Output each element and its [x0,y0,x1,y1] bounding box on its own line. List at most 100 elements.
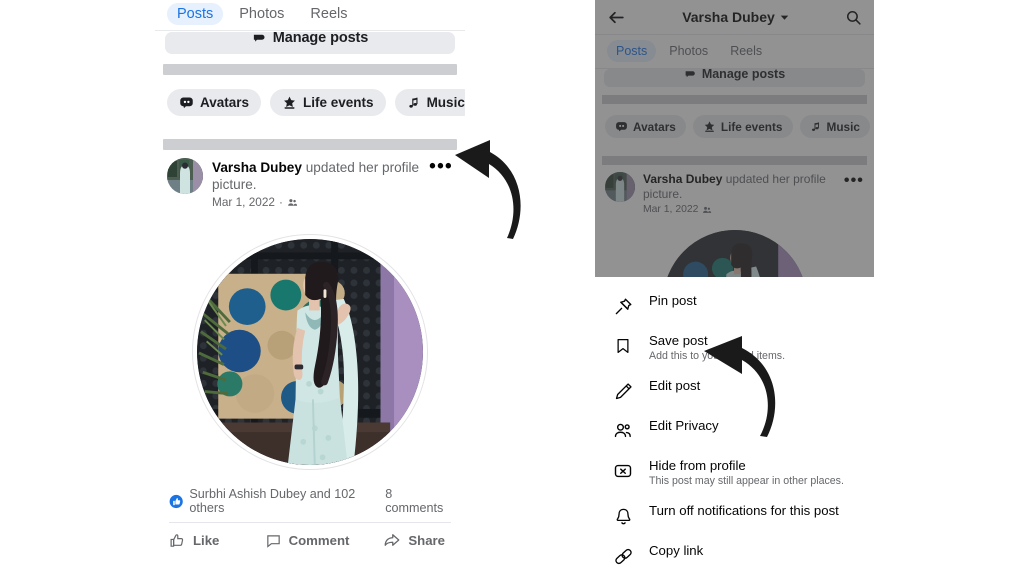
post-actions: Like Comment Share [155,523,465,555]
post-options-menu: Pin post Save post Add this to your save… [595,277,874,576]
manage-posts-label: Manage posts [272,32,369,46]
chip-music-label: Music [426,95,465,110]
menu-item-edit-post[interactable]: Edit post [595,370,874,410]
section-divider-2 [602,156,867,165]
profile-photo-image [197,239,423,465]
thumbs-up-icon [170,533,184,547]
back-arrow-icon[interactable] [607,8,626,27]
post-header: Varsha Dubey updated her profile picture… [155,150,465,209]
menu-item-save-post[interactable]: Save post Add this to your saved items. [595,325,874,370]
profile-tabbar: Posts Photos Reels [595,35,874,68]
bell-icon [611,504,635,528]
tab-reels[interactable]: Reels [300,3,357,26]
like-reaction-icon [169,494,183,508]
dimmed-background-area: Varsha Dubey Posts Photos Reels Manage p… [595,0,874,277]
menu-item-pin-post[interactable]: Pin post [595,285,874,325]
menu-label: Turn off notifications for this post [649,503,839,518]
menu-label: Edit Privacy [649,418,719,433]
menu-item-copy-link[interactable]: Copy link [595,535,874,575]
like-label: Like [193,532,220,548]
more-options-icon[interactable]: ••• [844,172,864,189]
tab-photos[interactable]: Photos [660,40,717,62]
menu-sublabel: Add this to your saved items. [649,350,786,362]
likes-text: Surbhi Ashish Dubey and 102 others [189,487,356,515]
right-phone-panel: Varsha Dubey Posts Photos Reels Manage p… [595,0,874,576]
menu-texts: Edit post [649,378,858,394]
profile-photo[interactable] [193,235,427,469]
like-button[interactable]: Like [169,531,261,549]
likes-group[interactable]: Surbhi Ashish Dubey and 102 others [169,487,385,515]
bookmark-icon [611,334,635,358]
menu-label: Copy link [649,543,704,558]
chip-music[interactable]: Music [394,89,465,116]
chip-music-label: Music [826,119,860,134]
chip-avatars-label: Avatars [633,119,676,134]
profile-title-group[interactable]: Varsha Dubey [634,9,837,25]
menu-texts: Turn off notifications for this post [649,503,858,519]
pencil-icon [611,379,635,403]
avatar[interactable] [167,158,203,194]
tab-reels[interactable]: Reels [721,40,771,62]
post-date[interactable]: Mar 1, 2022 [212,195,275,209]
music-note-icon [811,121,819,131]
menu-item-hide-from-profile[interactable]: Hide from profile This post may still ap… [595,450,874,495]
post-header: Varsha Dubey updated her profile picture… [595,165,874,215]
chip-life-events-label: Life events [720,119,783,134]
manage-posts-container: Manage posts [155,32,465,54]
chip-life-events-label: Life events [303,95,374,110]
menu-label: Hide from profile [649,458,746,473]
manage-posts-button[interactable]: Manage posts [165,32,455,54]
profile-photo-image [662,230,807,277]
search-icon[interactable] [845,9,862,26]
avatar-thumbnail [605,172,635,202]
tab-posts[interactable]: Posts [167,2,224,26]
star-pedestal-icon [704,121,715,132]
manage-posts-icon [253,34,265,42]
menu-item-edit-privacy[interactable]: Edit Privacy [595,410,874,450]
chip-life-events[interactable]: Life events [692,115,793,138]
people-icon [611,419,635,443]
post-author[interactable]: Varsha Dubey [643,172,722,186]
profile-tabbar: Posts Photos Reels [155,0,465,30]
comments-count[interactable]: 8 comments [385,487,451,515]
post-text: Varsha Dubey updated her profile picture… [212,159,420,193]
tab-photos[interactable]: Photos [229,3,294,26]
chip-avatars[interactable]: Avatars [167,89,262,116]
post-date[interactable]: Mar 1, 2022 [643,204,698,215]
post-author[interactable]: Varsha Dubey [212,160,302,175]
menu-texts: Hide from profile This post may still ap… [649,458,858,488]
tabbar-divider [155,30,465,31]
chip-music[interactable]: Music [799,115,870,138]
post-timestamp-row: Mar 1, 2022 · [212,195,420,209]
more-options-icon[interactable]: ••• [429,157,453,176]
avatar[interactable] [605,172,635,202]
menu-label: Edit post [649,378,701,393]
left-phone-panel: Posts Photos Reels Manage posts Avatars … [155,0,465,576]
menu-item-turn-off-notifications[interactable]: Turn off notifications for this post [595,495,874,535]
menu-texts: Copy link [649,543,858,559]
post-text: Varsha Dubey updated her profile picture… [643,172,836,202]
profile-photo[interactable] [659,227,810,277]
quick-action-chips: Avatars Life events Music [155,75,465,129]
comment-label: Comment [288,532,350,548]
tab-posts[interactable]: Posts [607,40,657,62]
manage-posts-button[interactable]: Manage posts [604,69,865,87]
menu-texts: Pin post [649,293,858,309]
post-photo-container [155,209,465,473]
section-divider-1 [163,64,457,75]
engagement-summary: Surbhi Ashish Dubey and 102 others 8 com… [155,473,465,522]
avatar-bubble-icon [616,122,627,132]
chip-avatars[interactable]: Avatars [605,115,686,138]
comment-button[interactable]: Comment [261,531,353,549]
friends-icon [288,198,297,206]
menu-sublabel: This post may still appear in other plac… [649,475,844,487]
share-label: Share [408,532,445,548]
chip-life-events[interactable]: Life events [270,89,386,116]
hide-x-icon [611,459,635,483]
link-icon [611,544,635,568]
friends-icon [703,206,712,213]
post-separator: · [278,195,283,209]
star-pedestal-icon [284,96,295,109]
avatar-bubble-icon [180,97,193,109]
share-button[interactable]: Share [353,531,451,549]
